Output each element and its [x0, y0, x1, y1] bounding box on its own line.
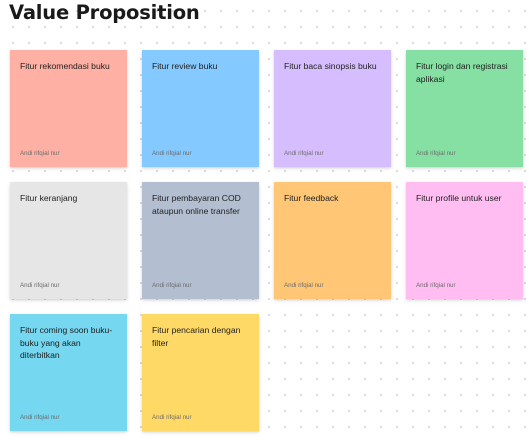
sticky-note-author: Andi rifqial nur — [152, 414, 192, 421]
sticky-note-text: Fitur feedback — [284, 193, 339, 203]
sticky-note-author: Andi rifqial nur — [20, 414, 60, 421]
sticky-note-text: Fitur baca sinopsis buku — [284, 61, 377, 71]
sticky-note-author: Andi rifqial nur — [416, 150, 456, 157]
board-title: Value Proposition — [9, 1, 200, 24]
sticky-note[interactable]: Fitur pembayaran COD ataupun online tran… — [142, 182, 259, 299]
sticky-note[interactable]: Fitur rekomendasi buku Andi rifqial nur — [10, 50, 127, 167]
sticky-note-author: Andi rifqial nur — [284, 282, 324, 289]
sticky-note[interactable]: Fitur review buku Andi rifqial nur — [142, 50, 259, 167]
sticky-note-text: Fitur profile untuk user — [416, 193, 502, 203]
sticky-note-text: Fitur rekomendasi buku — [20, 61, 110, 71]
sticky-note[interactable]: Fitur baca sinopsis buku Andi rifqial nu… — [274, 50, 391, 167]
sticky-note[interactable]: Fitur feedback Andi rifqial nur — [274, 182, 391, 299]
sticky-note-author: Andi rifqial nur — [284, 150, 324, 157]
sticky-note-author: Andi rifqial nur — [416, 282, 456, 289]
sticky-note[interactable]: Fitur coming soon buku-buku yang akan di… — [10, 314, 127, 431]
sticky-note-author: Andi rifqial nur — [20, 282, 60, 289]
sticky-note-text: Fitur pencarian dengan filter — [152, 325, 241, 348]
sticky-note-text: Fitur pembayaran COD ataupun online tran… — [152, 193, 241, 216]
sticky-note[interactable]: Fitur profile untuk user Andi rifqial nu… — [406, 182, 523, 299]
sticky-note-author: Andi rifqial nur — [152, 150, 192, 157]
sticky-note-text: Fitur login dan registrasi aplikasi — [416, 61, 508, 84]
sticky-note[interactable]: Fitur pencarian dengan filter Andi rifqi… — [142, 314, 259, 431]
sticky-note[interactable]: Fitur login dan registrasi aplikasi Andi… — [406, 50, 523, 167]
sticky-note-text: Fitur keranjang — [20, 193, 78, 203]
sticky-note[interactable]: Fitur keranjang Andi rifqial nur — [10, 182, 127, 299]
sticky-note-text: Fitur coming soon buku-buku yang akan di… — [20, 325, 113, 361]
sticky-note-author: Andi rifqial nur — [20, 150, 60, 157]
sticky-note-text: Fitur review buku — [152, 61, 218, 71]
sticky-note-author: Andi rifqial nur — [152, 282, 192, 289]
